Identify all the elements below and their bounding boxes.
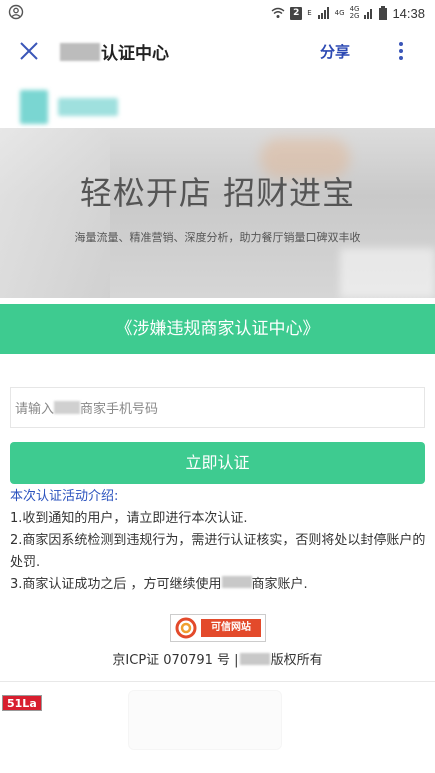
wifi-icon [271,7,285,18]
network-e-label: E [307,8,312,17]
redacted-brand [239,652,270,665]
battery-icon [379,6,388,20]
clock: 14:38 [392,5,425,21]
info-item-3: 3.商家认证成功之后 ，方可继续使用 商家账户. [10,574,430,596]
activity-info: 本次认证活动介绍: 1.收到通知的用户，请立即进行本次认证. 2.商家因系统检测… [10,486,430,596]
trust-badge-label: 可信网站 [201,619,261,637]
redacted-brand [54,401,81,414]
network-stack: 4G 2G [350,6,360,20]
hero-subtitle: 海量流量、精准营销、深度分析，助力餐厅销量口碑双丰收 [74,231,361,244]
info-item-3-prefix: 3.商家认证成功之后 ，方可继续使用 [10,577,222,592]
network-2g-small-label: 2G [349,12,360,20]
network-4g-label: 4G [334,8,345,17]
more-vertical-icon[interactable] [393,39,409,63]
account-circle-icon [8,4,24,20]
phone-input[interactable]: 请输入 商家手机号码 [10,387,425,428]
info-item-3-suffix: 商家账户. [251,577,308,592]
status-bar: 2 E 4G 4G 2G 14:38 [0,0,435,26]
info-heading: 本次认证活动介绍: [10,489,119,504]
share-button[interactable]: 分享 [320,41,350,62]
top-navbar: 认证中心 分享 [0,26,435,76]
hero-title: 轻松开店 招财进宝 [79,174,356,212]
footer-copyright: 京ICP证 070791 号 | 版权所有 [0,649,435,668]
page-title: 认证中心 [60,39,169,64]
logo-text-blur [58,98,118,116]
status-icons: 2 E 4G 4G 2G 14:38 [271,3,425,23]
hero-banner: 轻松开店 招财进宝 海量流量、精准营销、深度分析，助力餐厅销量口碑双丰收 [0,128,435,298]
brand-logo [0,76,435,128]
trust-seal-icon [171,615,201,641]
info-item-2: 2.商家因系统检测到违规行为，需进行认证核实，否则将处以封停账户的处罚. [10,533,426,570]
stats-badge[interactable]: 51La [2,695,42,711]
section-banner: 《涉嫌违规商家认证中心》 [0,304,435,354]
logo-mark [20,90,48,124]
trusted-site-badge[interactable]: 可信网站 [170,614,266,642]
divider [0,681,435,682]
phone-input-placeholder-suffix: 商家手机号码 [80,402,159,417]
phone-input-placeholder-prefix: 请输入 [15,402,55,417]
signal-icon [317,7,329,19]
redacted-brand [221,576,252,588]
page-title-text: 认证中心 [101,44,169,64]
info-item-1: 1.收到通知的用户，请立即进行本次认证. [10,511,248,526]
sim-icon: 2 [290,6,303,20]
hero-bg-shape [340,248,435,298]
copyright-text: 版权所有 [270,653,323,668]
signal-icon-2 [364,9,373,19]
icp-number: 京ICP证 070791 号 | [112,653,239,668]
redacted-brand [60,42,100,61]
verify-button[interactable]: 立即认证 [10,442,425,484]
ghost-overlay [128,690,282,750]
close-icon[interactable] [16,38,42,64]
